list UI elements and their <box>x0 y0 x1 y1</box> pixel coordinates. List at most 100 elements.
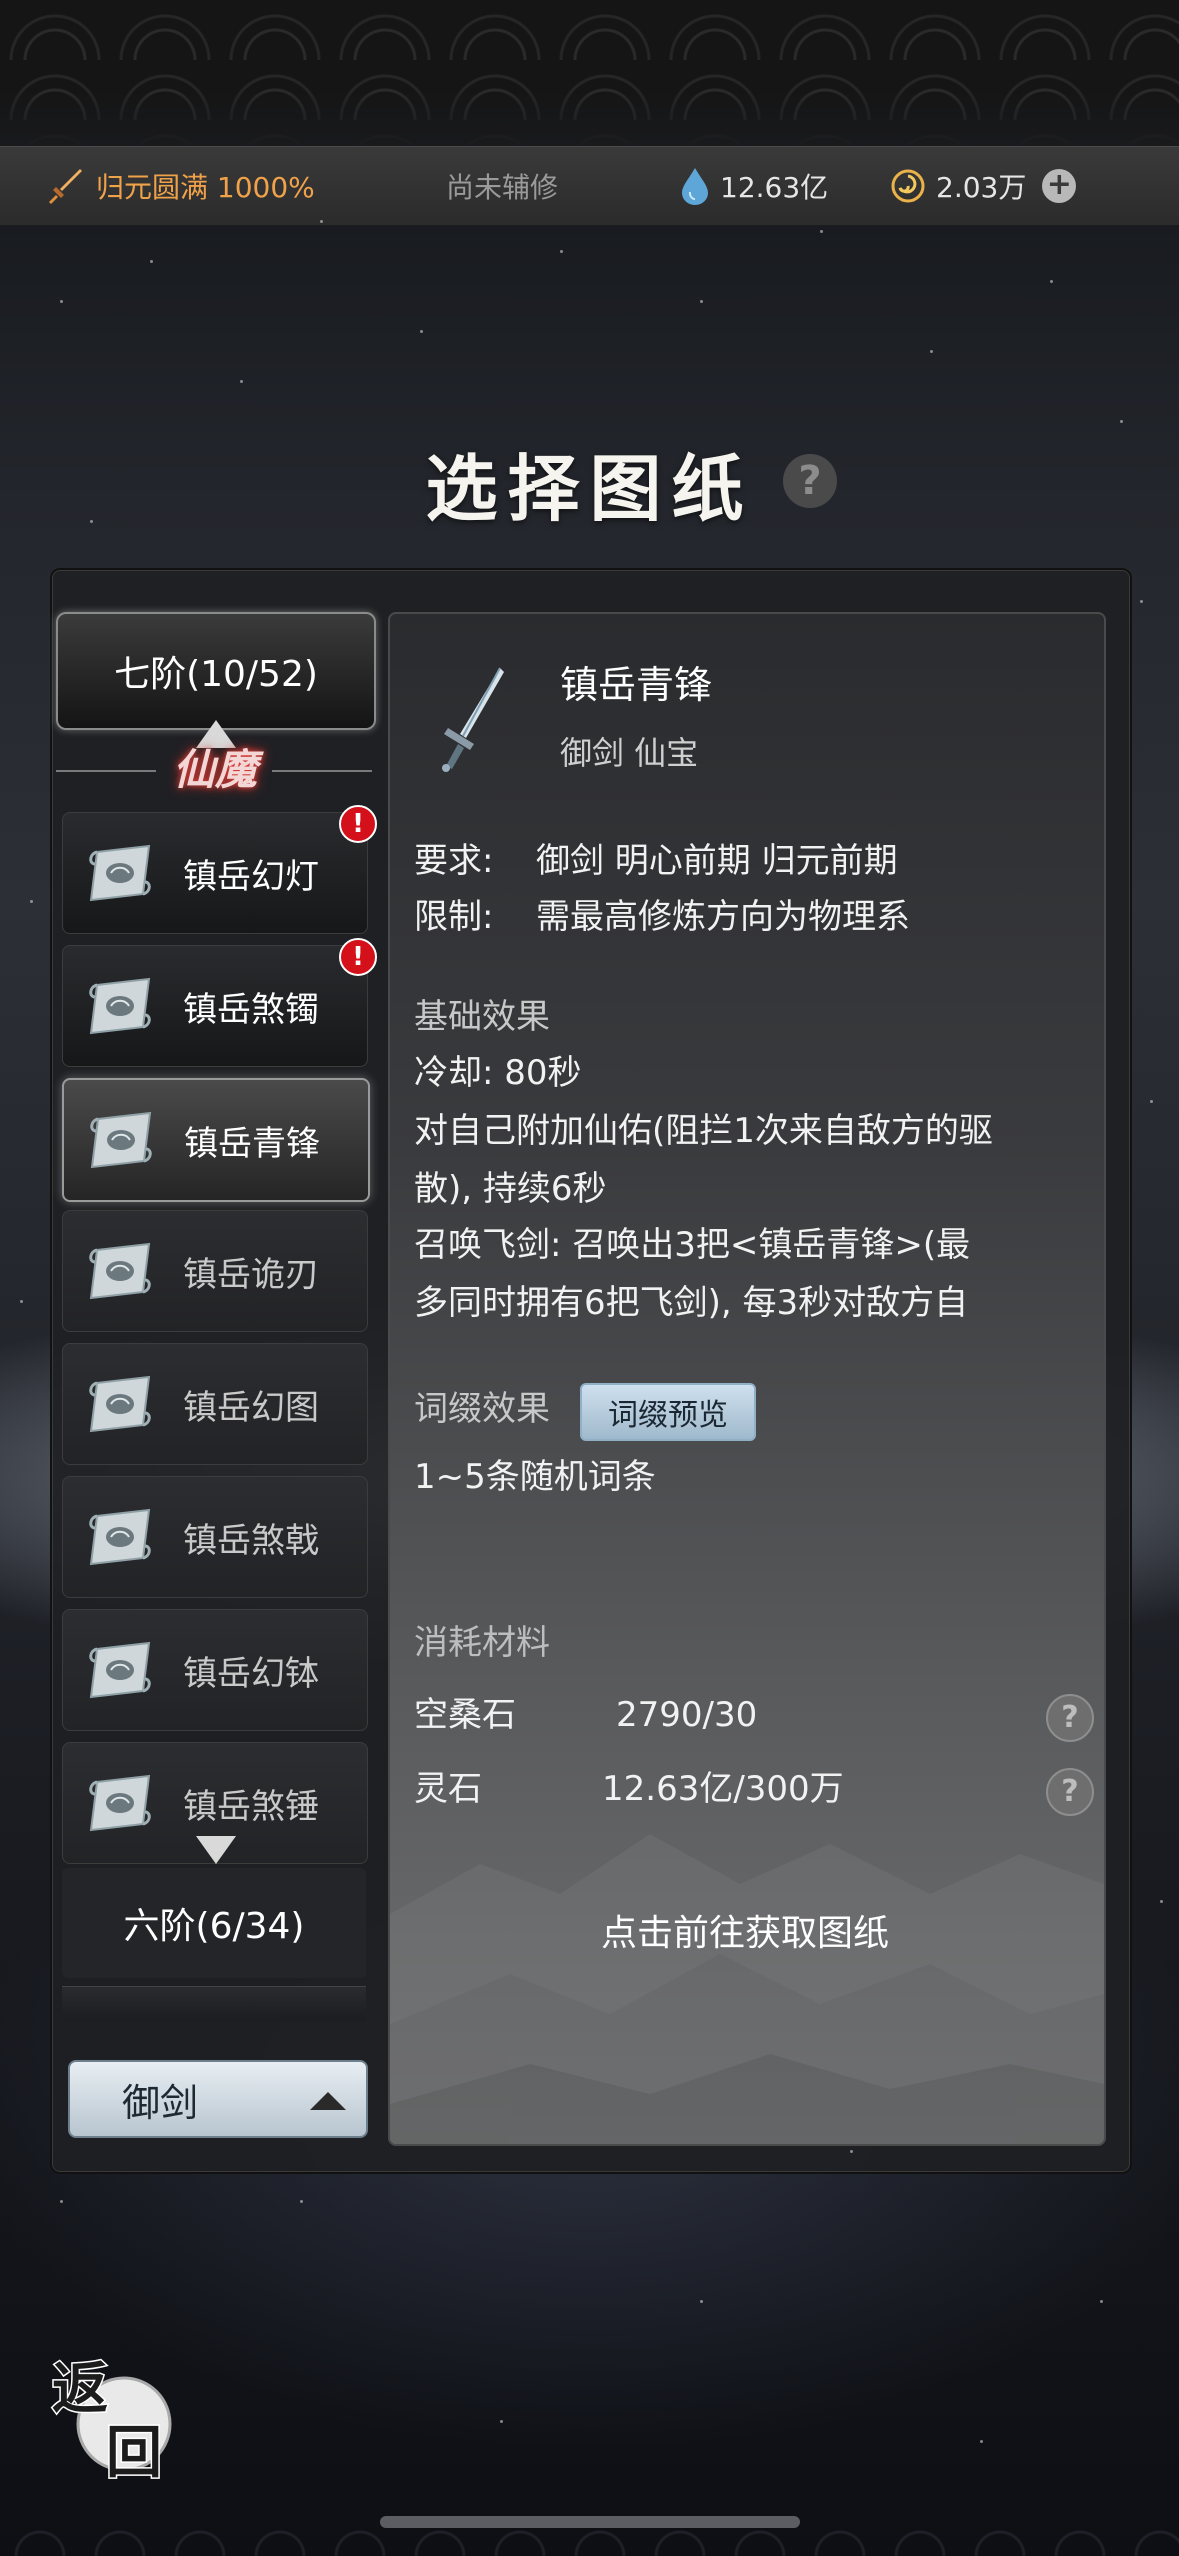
star-decoration <box>1100 2300 1103 2303</box>
scroll-icon <box>89 1508 151 1566</box>
assist-status[interactable]: 尚未辅修 <box>446 166 558 206</box>
cultivation-status[interactable]: 归元圆满 1000% <box>44 165 315 207</box>
home-indicator[interactable] <box>380 2516 800 2528</box>
star-decoration <box>1050 280 1053 283</box>
blueprint-list-item[interactable]: 镇岳青锋 <box>62 1078 370 1202</box>
list-item-label: 镇岳幻图 <box>183 1387 319 1428</box>
star-decoration <box>500 2420 503 2423</box>
star-decoration <box>240 380 243 383</box>
scroll-icon <box>90 1111 152 1169</box>
get-blueprint-link[interactable]: 点击前往获取图纸 <box>388 1904 1102 1956</box>
materials-title: 消耗材料 <box>414 1623 550 1663</box>
alert-icon: ! <box>339 938 377 976</box>
blueprint-list-item[interactable]: 镇岳幻钵 <box>62 1609 368 1731</box>
chevron-up-icon <box>310 2092 346 2110</box>
spirit-stone-counter[interactable]: 12.63亿 <box>680 166 828 206</box>
tier-6-header[interactable]: 六阶(6/34) <box>62 1868 366 1978</box>
material-name: 灵石 <box>414 1769 482 1809</box>
star-decoration <box>90 520 93 523</box>
star-decoration <box>420 330 423 333</box>
tier-7-header[interactable]: 七阶(10/52) <box>56 612 376 730</box>
assist-text: 尚未辅修 <box>446 171 559 204</box>
back-text-2: 回 <box>106 2420 162 2482</box>
page-title: 选择图纸 <box>425 446 754 531</box>
effect-1-line-2: 散), 持续6秒 <box>414 1169 607 1209</box>
affix-preview-button[interactable]: 词缀预览 <box>580 1383 756 1441</box>
star-decoration <box>300 2200 303 2203</box>
effect-2-line-2: 多同时拥有6把飞剑), 每3秒对敌方自 <box>414 1283 969 1323</box>
scroll-icon <box>89 1641 151 1699</box>
star-decoration <box>1140 600 1143 603</box>
star-decoration <box>1150 1100 1153 1103</box>
list-item-label: 镇岳幻灯 <box>183 856 319 897</box>
star-decoration <box>560 250 563 253</box>
limit-value: 需最高修炼方向为物理系 <box>536 897 910 937</box>
coin-counter[interactable]: 2.03万 + <box>890 166 1077 206</box>
star-decoration <box>980 2440 983 2443</box>
scroll-icon <box>89 977 151 1035</box>
status-bar: 归元圆满 1000% 尚未辅修 12.63亿 2.03万 + <box>0 146 1179 226</box>
material-amount: 12.63亿/300万 <box>602 1769 844 1809</box>
effect-2-line-1: 召唤飞剑: 召唤出3把<镇岳青锋>(最 <box>414 1225 971 1265</box>
star-decoration <box>1160 1900 1163 1903</box>
list-item-label: 镇岳煞锤 <box>183 1786 319 1827</box>
item-type: 御剑 仙宝 <box>560 734 699 772</box>
cultivation-text: 归元圆满 1000% <box>96 171 315 204</box>
blueprint-list-item[interactable]: 镇岳煞戟 <box>62 1476 368 1598</box>
spirit-stone-value: 12.63亿 <box>720 171 829 204</box>
star-decoration <box>850 2150 853 2153</box>
back-text-1: 返 <box>52 2356 108 2422</box>
coin-swirl-icon <box>891 169 925 203</box>
star-decoration <box>820 230 823 233</box>
effect-1-line-1: 对自己附加仙佑(阻拦1次来自敌方的驱 <box>414 1111 993 1151</box>
material-amount: 2790/30 <box>616 1695 758 1735</box>
affix-effect-title: 词缀效果 <box>414 1389 550 1429</box>
scroll-down-icon[interactable] <box>196 1836 236 1864</box>
star-decoration <box>1120 420 1123 423</box>
category-label: 仙魔 <box>172 745 257 794</box>
requirement-value: 御剑 明心前期 归元前期 <box>536 841 898 881</box>
help-icon[interactable]: ? <box>783 454 837 508</box>
divider-right <box>272 770 372 772</box>
plus-icon[interactable]: + <box>1042 169 1077 203</box>
cooldown-text: 冷却: 80秒 <box>414 1053 582 1093</box>
back-button[interactable]: 返 回 <box>44 2346 180 2482</box>
star-decoration <box>150 260 153 263</box>
star-decoration <box>700 300 703 303</box>
blueprint-list-item[interactable]: 镇岳幻图 <box>62 1343 368 1465</box>
requirement-label: 要求: <box>414 841 494 881</box>
scroll-icon <box>89 1774 151 1832</box>
star-decoration <box>700 2300 703 2303</box>
scroll-icon <box>89 1242 151 1300</box>
material-help-icon[interactable]: ? <box>1046 1694 1094 1742</box>
alert-icon: ! <box>339 805 377 843</box>
blueprint-list-item[interactable]: 镇岳幻灯! <box>62 805 377 934</box>
material-name: 空桑石 <box>414 1695 516 1735</box>
limit-label: 限制: <box>414 897 494 937</box>
sword-item-icon <box>442 667 504 772</box>
coin-value: 2.03万 <box>936 171 1027 204</box>
star-decoration <box>60 300 63 303</box>
blueprint-list-item[interactable]: 镇岳诡刃 <box>62 1210 368 1332</box>
water-drop-icon <box>682 168 708 205</box>
list-item-label: 镇岳诡刃 <box>183 1254 319 1295</box>
item-name: 镇岳青锋 <box>560 663 713 707</box>
header-pattern <box>0 0 1179 150</box>
base-effect-title: 基础效果 <box>414 997 550 1037</box>
divider-left <box>56 770 156 772</box>
type-filter-dropdown[interactable]: 御剑 <box>68 2060 368 2138</box>
scroll-icon <box>89 1375 151 1433</box>
star-decoration <box>60 2200 63 2203</box>
blueprint-list-item[interactable]: 镇岳煞镯! <box>62 938 377 1067</box>
star-decoration <box>930 350 933 353</box>
sword-icon <box>49 169 82 204</box>
filter-label: 御剑 <box>122 2080 199 2125</box>
list-item-label: 镇岳煞镯 <box>183 989 319 1030</box>
scroll-icon <box>89 844 151 902</box>
affix-value: 1~5条随机词条 <box>414 1457 656 1497</box>
list-item-label: 镇岳煞戟 <box>183 1520 319 1561</box>
list-item-partial[interactable] <box>62 1986 366 2021</box>
list-item-label: 镇岳青锋 <box>184 1123 320 1164</box>
material-help-icon[interactable]: ? <box>1046 1768 1094 1816</box>
star-decoration <box>30 900 33 903</box>
